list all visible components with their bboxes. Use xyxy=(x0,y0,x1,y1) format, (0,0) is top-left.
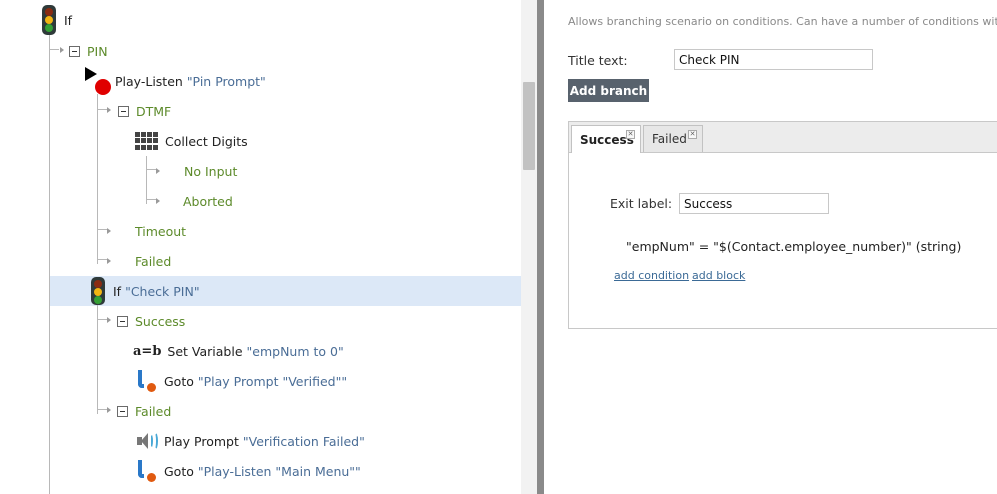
collapse-toggle-icon[interactable] xyxy=(69,45,80,57)
properties-panel: Allows branching scenario on conditions.… xyxy=(544,0,997,494)
tab-success[interactable]: Success ✕ xyxy=(571,125,641,153)
pane-splitter[interactable] xyxy=(537,0,544,494)
tab-strip: Success ✕ Failed ✕ xyxy=(569,122,997,153)
branch-label: Success xyxy=(135,313,186,329)
close-tab-icon[interactable]: ✕ xyxy=(626,130,635,139)
add-branch-button[interactable]: Add branch xyxy=(568,79,649,102)
tab-label: Failed xyxy=(652,132,687,146)
branch-label: Timeout xyxy=(135,223,187,239)
node-name: Play Prompt xyxy=(164,433,239,449)
node-arg: "Check PIN" xyxy=(125,283,200,299)
tree-node-if-check-pin[interactable]: If "Check PIN" xyxy=(91,276,200,306)
branch-label: Failed xyxy=(135,253,172,269)
collapse-toggle-icon[interactable] xyxy=(117,405,128,417)
tree-scrollbar-track[interactable] xyxy=(521,0,537,494)
node-arg: "Play-Listen "Main Menu"" xyxy=(197,463,361,479)
tree-node-play-listen[interactable]: Play-Listen "Pin Prompt" xyxy=(85,66,266,96)
keypad-icon xyxy=(133,130,159,152)
node-arg: "empNum to 0" xyxy=(246,343,344,359)
a-equals-b-icon: a=b xyxy=(133,343,162,359)
tree-scrollbar-thumb[interactable] xyxy=(523,82,535,170)
node-arg: "Pin Prompt" xyxy=(186,73,266,89)
node-arg: "Verification Failed" xyxy=(242,433,365,449)
tree-node-collect-digits[interactable]: Collect Digits xyxy=(133,126,248,156)
tree-branch-failed-2[interactable]: Failed xyxy=(117,396,171,426)
tree-branch-no-input[interactable]: No Input xyxy=(184,156,237,186)
tree-branch-timeout[interactable]: Timeout xyxy=(135,216,186,246)
add-block-link[interactable]: add block xyxy=(692,269,745,282)
branch-label: DTMF xyxy=(136,103,172,119)
tree-node-play-prompt[interactable]: Play Prompt "Verification Failed" xyxy=(135,426,365,456)
tree-node-goto-verified[interactable]: Goto "Play Prompt "Verified"" xyxy=(135,366,347,396)
tree-branch-dtmf[interactable]: DTMF xyxy=(118,96,171,126)
flow-tree-panel: If PIN Play-Listen "Pin Prompt" DTMF Col… xyxy=(0,0,537,494)
tree-guide-line xyxy=(97,94,98,264)
node-name: Collect Digits xyxy=(165,133,248,149)
traffic-light-icon xyxy=(42,5,56,35)
node-label: If xyxy=(64,12,73,28)
tree-branch-success[interactable]: Success xyxy=(117,306,185,336)
collapse-toggle-icon[interactable] xyxy=(118,105,129,117)
branch-tabs-panel: Success ✕ Failed ✕ Exit label: "empNum" … xyxy=(568,121,997,329)
node-arg: "Play Prompt "Verified"" xyxy=(197,373,348,389)
traffic-light-icon xyxy=(91,277,105,305)
condition-text: "empNum" = "$(Contact.employee_number)" … xyxy=(626,239,962,254)
close-tab-icon[interactable]: ✕ xyxy=(688,130,697,139)
tree-branch-failed[interactable]: Failed xyxy=(135,246,171,276)
node-name: Set Variable xyxy=(167,343,243,359)
title-text-input[interactable] xyxy=(674,49,873,70)
tab-failed[interactable]: Failed ✕ xyxy=(643,125,703,152)
tree-node-if-root[interactable]: If xyxy=(42,5,72,35)
tree-node-set-variable[interactable]: a=b Set Variable "empNum to 0" xyxy=(133,336,344,366)
speaker-icon xyxy=(135,431,159,451)
branch-label: Aborted xyxy=(183,193,233,209)
tree-node-goto-main-menu[interactable]: Goto "Play-Listen "Main Menu"" xyxy=(135,456,361,486)
exit-label-label: Exit label: xyxy=(610,196,673,211)
branch-label: PIN xyxy=(87,43,108,59)
branch-label: Failed xyxy=(135,403,172,419)
branch-label: No Input xyxy=(184,163,238,179)
exit-label-input[interactable] xyxy=(679,193,829,214)
node-name: Goto xyxy=(164,463,194,479)
play-listen-icon xyxy=(85,67,111,95)
tree-branch-pin[interactable]: PIN xyxy=(69,36,108,66)
node-name: Goto xyxy=(164,373,194,389)
tree-guide-line xyxy=(97,304,98,414)
goto-arrow-icon xyxy=(135,459,157,483)
collapse-toggle-icon[interactable] xyxy=(117,315,128,327)
goto-arrow-icon xyxy=(135,369,157,393)
tree-guide-line xyxy=(49,34,50,494)
tree-branch-aborted[interactable]: Aborted xyxy=(183,186,233,216)
add-condition-link[interactable]: add condition xyxy=(614,269,689,282)
node-name: If xyxy=(113,283,122,299)
title-text-label: Title text: xyxy=(568,53,628,68)
block-description: Allows branching scenario on conditions.… xyxy=(568,15,997,28)
node-name: Play-Listen xyxy=(115,73,183,89)
